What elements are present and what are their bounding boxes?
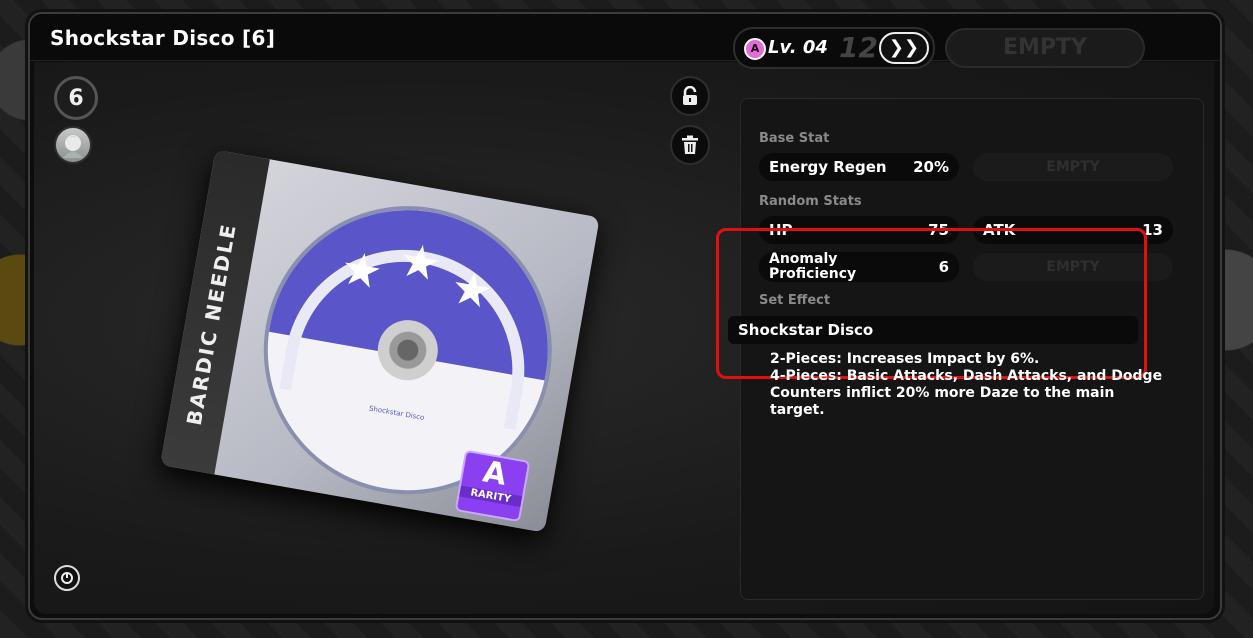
info-button[interactable] — [54, 565, 80, 591]
avatar-icon — [63, 135, 83, 158]
set-effect-line: 4-Pieces: Basic Attacks, Dash Attacks, a… — [770, 368, 1163, 418]
random-stats-heading: Random Stats — [759, 194, 862, 209]
equipped-character-avatar[interactable] — [54, 126, 92, 164]
rarity-badge: A RARITY — [454, 449, 531, 523]
empty-slot-top: EMPTY — [945, 28, 1145, 68]
set-name: Shockstar Disco — [738, 321, 874, 339]
level-bar: A Lv. 04 12 ❯❯ — [733, 27, 935, 69]
trash-icon — [682, 135, 698, 154]
drive-disc-artwork: BARDIC NEEDLE ★ ★ ★ Shockstar Disco A RA… — [158, 149, 609, 544]
level-up-button[interactable]: ❯❯ — [879, 32, 929, 64]
set-name-row: Shockstar Disco — [728, 316, 1138, 344]
base-stat-value: 20% — [913, 158, 949, 176]
lock-icon — [683, 86, 697, 105]
discard-button[interactable] — [670, 125, 710, 165]
base-stat-name: Energy Regen — [769, 158, 887, 176]
disc-case: BARDIC NEEDLE ★ ★ ★ Shockstar Disco A RA… — [160, 149, 600, 533]
star-icon: ★ — [446, 259, 497, 320]
empty-stat-slot: EMPTY — [973, 153, 1173, 181]
disc-spine: BARDIC NEEDLE — [160, 149, 270, 475]
rank-icon: A — [744, 38, 766, 60]
slot-number-badge[interactable]: 6 — [54, 76, 98, 120]
set-effect-heading: Set Effect — [759, 293, 831, 308]
level-label: Lv. 04 — [768, 37, 828, 58]
lock-button[interactable] — [670, 76, 710, 116]
star-icon: ★ — [394, 231, 445, 293]
set-effect-description: 2-Pieces: Increases Impact by 6%. 4-Piec… — [770, 351, 1166, 419]
level-max: 12 — [839, 31, 878, 64]
set-effect-line: 2-Pieces: Increases Impact by 6%. — [770, 351, 1040, 367]
star-icon: ★ — [336, 239, 387, 301]
base-stat-row: Energy Regen 20% — [759, 153, 959, 181]
info-icon — [61, 572, 73, 584]
spine-label: BARDIC NEEDLE — [181, 221, 241, 428]
page-title: Shockstar Disco [6] — [50, 26, 276, 50]
base-stat-heading: Base Stat — [759, 131, 830, 146]
